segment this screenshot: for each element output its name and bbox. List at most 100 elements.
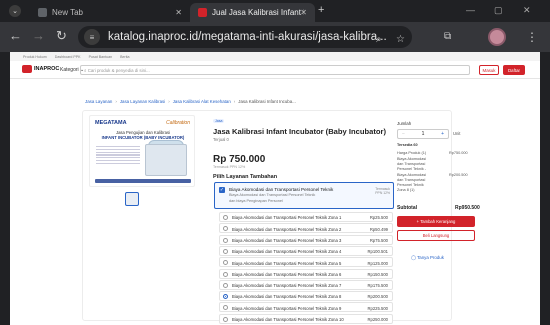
breadcrumb-item[interactable]: Jasa Layanan xyxy=(85,99,112,104)
profile-avatar[interactable] xyxy=(488,28,506,46)
buy-now-button[interactable]: Beli Langsung xyxy=(397,230,475,241)
radio-selected-icon[interactable] xyxy=(223,294,228,300)
image-text-block xyxy=(96,146,140,174)
main-service-option[interactable]: ✓ Biaya Akomodasi dan Transportasi Perso… xyxy=(214,182,394,209)
radio-icon[interactable] xyxy=(223,271,228,277)
new-tab-button[interactable]: + xyxy=(318,4,324,16)
radio-icon[interactable] xyxy=(223,282,228,288)
zone-price: Rp100.501 xyxy=(367,249,389,255)
radio-icon[interactable] xyxy=(223,248,228,254)
checkbox-checked-icon[interactable]: ✓ xyxy=(219,187,225,193)
forward-arrow-icon[interactable]: → xyxy=(32,29,45,43)
line-product-label: Harga Produk (1) xyxy=(397,151,427,155)
url-text: katalog.inaproc.id/megatama-inti-akurasi… xyxy=(108,31,387,43)
zone-option[interactable]: Biaya Akomodasi dan Transportasi Persone… xyxy=(219,223,393,234)
ask-product-button[interactable]: ◯ Tanya Produk xyxy=(411,255,444,261)
reload-icon[interactable]: ↻ xyxy=(56,29,67,43)
inaproc-logo[interactable]: INAPROC xyxy=(22,65,59,73)
extensions-icon[interactable]: ⧉ xyxy=(444,31,451,42)
radio-icon[interactable] xyxy=(223,215,228,220)
zone-option[interactable]: Biaya Akomodasi dan Transportasi Persone… xyxy=(219,302,393,313)
register-button[interactable]: Daftar xyxy=(503,65,525,75)
option-tag: Termasuk PPN 12% xyxy=(375,187,390,195)
minimize-button[interactable]: — xyxy=(466,5,475,15)
tab-title: New Tab xyxy=(52,8,83,17)
logo-text: INAPROC xyxy=(34,66,60,72)
radio-icon[interactable] xyxy=(223,260,228,266)
section-title: Pilih Layanan Tambahan xyxy=(213,174,278,180)
inaproc-favicon-icon xyxy=(198,8,207,17)
web-page: Produk Hukum Dashboard PPK Pusat Bantuan… xyxy=(10,52,540,325)
search-icon[interactable]: ⌕ xyxy=(376,34,382,45)
top-link[interactable]: Berita xyxy=(120,55,129,59)
zone-label: Biaya Akomodasi dan Transportasi Persone… xyxy=(232,294,342,300)
site-info-icon[interactable]: ≡ xyxy=(84,29,100,45)
zone-price: Rp50.499 xyxy=(369,226,388,232)
option-title: Biaya Akomodasi dan Transportasi Persone… xyxy=(229,187,334,192)
zone-option[interactable]: Biaya Akomodasi dan Transportasi Persone… xyxy=(219,234,393,245)
search-placeholder: Cari produk & penyedia di sini... xyxy=(87,67,150,73)
zone-option[interactable]: Biaya Akomodasi dan Transportasi Persone… xyxy=(219,245,393,256)
zone-label: Biaya Akomodasi dan Transportasi Persone… xyxy=(232,271,342,277)
qty-value[interactable]: 1 xyxy=(422,131,425,137)
zone-option[interactable]: Biaya Akomodasi dan Transportasi Persone… xyxy=(219,268,393,279)
product-image[interactable]: MEGATAMA Calibration Jasa Pengujian dan … xyxy=(89,115,195,187)
zone-option[interactable]: Biaya Akomodasi dan Transportasi Persone… xyxy=(219,279,393,290)
incubator-illustration xyxy=(145,144,187,176)
zone-price: Rp125.000 xyxy=(367,260,389,266)
radio-icon[interactable] xyxy=(223,226,228,232)
logo-icon xyxy=(22,65,32,73)
zone-price: Rp25.500 xyxy=(369,215,388,221)
zone-price: Rp175.500 xyxy=(367,283,389,289)
product-title: Jasa Kalibrasi Infant Incubator (Baby In… xyxy=(213,127,387,136)
back-arrow-icon[interactable]: ← xyxy=(9,29,22,43)
zone-option[interactable]: Biaya Akomodasi dan Transportasi Persone… xyxy=(219,257,393,268)
tab-new-tab[interactable]: New Tab ✕ xyxy=(30,3,190,22)
maximize-button[interactable]: ▢ xyxy=(494,5,503,16)
quantity-stepper[interactable]: − 1 + xyxy=(397,129,449,139)
top-link[interactable]: Dashboard PPK xyxy=(55,55,81,59)
zone-price: Rp150.500 xyxy=(367,271,389,277)
plus-icon[interactable]: + xyxy=(441,131,444,137)
zone-label: Biaya Akomodasi dan Transportasi Persone… xyxy=(232,226,342,232)
zone-option[interactable]: Biaya Akomodasi dan Transportasi Persone… xyxy=(219,313,393,324)
breadcrumb-item[interactable]: Jasa Layanan Kalibrasi xyxy=(120,99,165,104)
tab-search-icon[interactable]: ⌄ xyxy=(9,5,21,17)
site-header: INAPROC Kategori ⌄ ⌕ Cari produk & penye… xyxy=(10,61,540,79)
zone-label: Biaya Akomodasi dan Transportasi Persone… xyxy=(232,215,342,221)
bookmark-star-icon[interactable]: ☆ xyxy=(396,34,405,45)
unit-label: Unit xyxy=(453,131,461,136)
chrome-icon xyxy=(38,8,47,17)
subtotal-label: Subtotal xyxy=(397,205,417,211)
zone-price: Rp75.500 xyxy=(369,237,388,243)
login-button[interactable]: Masuk xyxy=(479,65,499,75)
breadcrumb-item[interactable]: Jasa Kalibrasi Alat Kesehatan xyxy=(173,99,231,104)
close-window-button[interactable]: ✕ xyxy=(523,5,531,16)
image-line2: INFANT INCUBATOR (BABY INCUBATOR) xyxy=(101,135,185,140)
zone-price: Rp250.000 xyxy=(367,317,389,323)
radio-icon[interactable] xyxy=(223,237,228,243)
address-bar[interactable]: ≡ katalog.inaproc.id/megatama-inti-akura… xyxy=(78,26,412,48)
line-extra-label: Biaya Akomodasi dan Transportasi Persone… xyxy=(397,157,426,193)
price-note: Termasuk PPN 12% xyxy=(213,165,246,169)
radio-icon[interactable] xyxy=(223,316,228,322)
menu-icon[interactable]: ⋮ xyxy=(526,30,538,44)
add-to-cart-button[interactable]: + Tambah Keranjang xyxy=(397,216,475,227)
top-link[interactable]: Produk Hukum xyxy=(23,55,47,59)
top-link[interactable]: Pusat Bantuan xyxy=(89,55,113,59)
zone-option[interactable]: Biaya Akomodasi dan Transportasi Persone… xyxy=(219,291,393,302)
product-thumbnail[interactable] xyxy=(125,192,139,206)
browser-frame-left xyxy=(0,52,10,325)
category-badge: Jasa xyxy=(213,119,225,123)
zone-label: Biaya Akomodasi dan Transportasi Persone… xyxy=(232,249,342,255)
zone-label: Biaya Akomodasi dan Transportasi Persone… xyxy=(232,260,342,266)
calibration-logo: Calibration xyxy=(166,120,190,126)
close-icon[interactable]: ✕ xyxy=(300,8,307,17)
search-input[interactable]: ⌕ Cari produk & penyedia di sini... xyxy=(80,65,470,75)
tab-active-product[interactable]: Jual Jasa Kalibrasi Infant Incu ✕ xyxy=(190,3,315,22)
ask-label: Tanya Produk xyxy=(417,255,444,260)
close-icon[interactable]: ✕ xyxy=(175,8,182,17)
zone-option[interactable]: Biaya Akomodasi dan Transportasi Persone… xyxy=(219,212,393,222)
radio-icon[interactable] xyxy=(223,305,228,311)
minus-icon[interactable]: − xyxy=(402,131,405,137)
